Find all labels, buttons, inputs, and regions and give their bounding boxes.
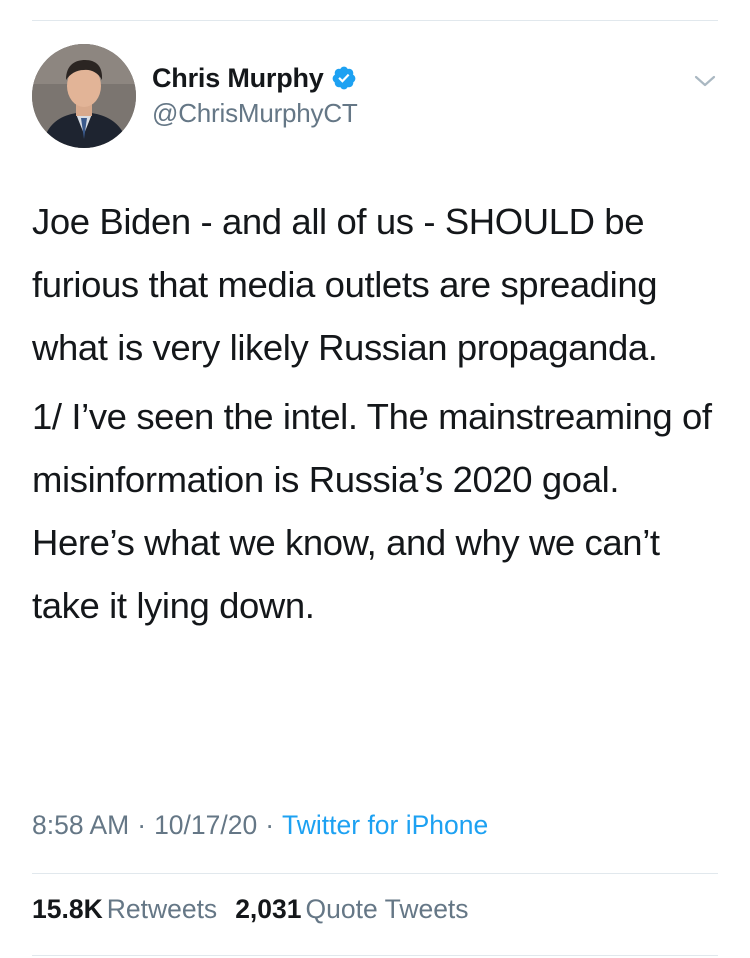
- display-name-row: Chris Murphy: [152, 60, 358, 96]
- tweet-source-link[interactable]: Twitter for iPhone: [282, 810, 488, 840]
- tweet-paragraph: 1/ I’ve seen the intel. The mainstreamin…: [32, 396, 712, 626]
- tweet-stats: 15.8K Retweets 2,031 Quote Tweets: [32, 894, 469, 925]
- display-name[interactable]: Chris Murphy: [152, 63, 324, 94]
- verified-badge-icon: [331, 65, 357, 91]
- quote-tweets-count: 2,031: [235, 894, 302, 924]
- chevron-down-icon[interactable]: [692, 68, 718, 94]
- retweets-stat[interactable]: 15.8K Retweets: [32, 894, 217, 924]
- avatar[interactable]: [32, 44, 136, 148]
- stats-divider: [32, 873, 718, 874]
- meta-separator: ·: [265, 810, 275, 840]
- retweets-count: 15.8K: [32, 894, 103, 924]
- top-divider: [32, 20, 718, 21]
- tweet-header: Chris Murphy @ChrisMurphyCT: [32, 44, 718, 148]
- retweets-label: Retweets: [106, 894, 218, 924]
- tweet-date[interactable]: 10/17/20: [154, 810, 257, 840]
- quote-tweets-stat[interactable]: 2,031 Quote Tweets: [235, 894, 468, 924]
- meta-separator: ·: [137, 810, 147, 840]
- author-names: Chris Murphy @ChrisMurphyCT: [152, 60, 358, 129]
- tweet-paragraph: Joe Biden - and all of us - SHOULD be fu…: [32, 201, 658, 368]
- bottom-divider: [32, 955, 718, 956]
- tweet-meta: 8:58 AM · 10/17/20 · Twitter for iPhone: [32, 810, 488, 841]
- author-handle[interactable]: @ChrisMurphyCT: [152, 98, 358, 129]
- quote-tweets-label: Quote Tweets: [305, 894, 469, 924]
- avatar-image: [32, 44, 136, 148]
- tweet-text: Joe Biden - and all of us - SHOULD be fu…: [32, 190, 722, 637]
- tweet-time[interactable]: 8:58 AM: [32, 810, 129, 840]
